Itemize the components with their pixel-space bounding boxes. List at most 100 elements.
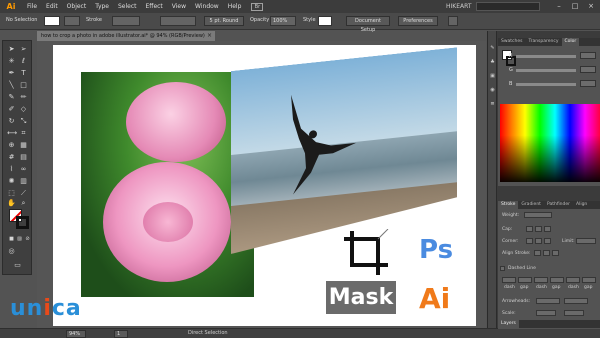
blue-slider[interactable]: B [509, 80, 598, 87]
current-tool-status[interactable]: Direct Selection [188, 330, 228, 336]
none-mode-icon[interactable]: ⊘ [23, 235, 32, 244]
green-slider[interactable]: G [509, 66, 598, 73]
stroke-weight-field[interactable] [112, 16, 140, 26]
symbol-sprayer-tool-icon[interactable]: ✺ [7, 177, 16, 186]
menu-select[interactable]: Select [118, 3, 137, 10]
stroke-label[interactable]: Stroke [86, 17, 102, 23]
shape-builder-tool-icon[interactable]: ⊕ [7, 141, 16, 150]
menu-file[interactable]: File [27, 3, 37, 10]
dash-1-input[interactable] [502, 277, 516, 283]
variable-width-profile[interactable] [160, 16, 196, 26]
rose-photo[interactable] [81, 72, 254, 297]
stroke-weight-input[interactable] [524, 212, 552, 218]
appearance-panel-icon[interactable]: ◉ [489, 87, 496, 94]
layers-panel-icon[interactable]: ≣ [489, 101, 496, 108]
gap-1-input[interactable] [518, 277, 532, 283]
dash-2-input[interactable] [534, 277, 548, 283]
bridge-icon[interactable]: Br [251, 2, 264, 11]
miter-join-button[interactable] [526, 238, 533, 244]
width-tool-icon[interactable]: ⟷ [7, 129, 17, 138]
paintbrush-tool-icon[interactable]: ✎ [7, 93, 16, 102]
miter-limit-input[interactable] [576, 238, 596, 244]
dashed-line-checkbox[interactable] [500, 266, 505, 271]
gap-2-input[interactable] [550, 277, 564, 283]
menu-effect[interactable]: Effect [146, 3, 163, 10]
eraser-tool-icon[interactable]: ◇ [19, 105, 28, 114]
tab-gradient[interactable]: Gradient [518, 201, 544, 209]
preferences-button[interactable]: Preferences [398, 16, 438, 26]
menu-help[interactable]: Help [228, 3, 242, 10]
start-arrowhead-dropdown[interactable] [536, 298, 560, 304]
screen-mode-icon[interactable]: ▭ [13, 261, 22, 270]
free-transform-tool-icon[interactable]: ⌗ [19, 129, 28, 138]
tab-color[interactable]: Color [561, 38, 580, 46]
line-tool-icon[interactable]: ╲ [7, 81, 16, 90]
tab-swatches[interactable]: Swatches [498, 38, 526, 46]
workspace-switcher[interactable]: HIKEART [446, 3, 472, 10]
menu-edit[interactable]: Edit [46, 3, 58, 10]
document-tab[interactable]: how to crop a photo in adobe illustrator… [37, 31, 215, 41]
align-outside-button[interactable] [552, 250, 559, 256]
document-setup-button[interactable]: Document Setup [346, 16, 390, 33]
dash-3-input[interactable] [566, 277, 580, 283]
end-arrowhead-dropdown[interactable] [564, 298, 588, 304]
align-inside-button[interactable] [543, 250, 550, 256]
arrange-documents-icon[interactable] [448, 16, 458, 26]
projecting-cap-button[interactable] [544, 226, 551, 232]
gradient-tool-icon[interactable]: ▤ [19, 153, 28, 162]
red-slider[interactable]: R [509, 52, 598, 59]
perspective-grid-tool-icon[interactable]: ▦ [19, 141, 28, 150]
align-center-button[interactable] [534, 250, 541, 256]
tab-layers[interactable]: Layers [498, 320, 519, 328]
pen-tool-icon[interactable]: ✒ [7, 69, 16, 78]
scale-tool-icon[interactable]: ⤡ [19, 117, 28, 126]
maximize-icon[interactable]: □ [570, 2, 580, 10]
color-spectrum[interactable] [500, 104, 600, 182]
round-cap-button[interactable] [535, 226, 542, 232]
symbols-panel-icon[interactable]: ♣ [489, 59, 496, 66]
menu-window[interactable]: Window [195, 3, 219, 10]
canvas-area[interactable]: Mask Ps Ai [37, 41, 486, 330]
tab-align[interactable]: Align [573, 201, 590, 209]
mesh-tool-icon[interactable]: # [7, 153, 16, 162]
start-scale-input[interactable] [536, 310, 556, 316]
artboard-tool-icon[interactable]: ⬚ [7, 189, 16, 198]
close-document-icon[interactable]: × [207, 31, 212, 41]
end-scale-input[interactable] [564, 310, 584, 316]
blob-brush-tool-icon[interactable]: ✐ [7, 105, 16, 114]
column-graph-tool-icon[interactable]: ▥ [19, 177, 28, 186]
brush-dropdown[interactable]: 5 pt. Round [204, 16, 244, 26]
opacity-label[interactable]: Opacity [250, 17, 269, 23]
zoom-tool-icon[interactable]: ⌕ [19, 199, 28, 208]
brushes-panel-icon[interactable]: ✎ [489, 45, 496, 52]
tab-stroke[interactable]: Stroke [498, 201, 519, 209]
bevel-join-button[interactable] [544, 238, 551, 244]
opacity-field[interactable]: 100% [270, 16, 296, 26]
artboard[interactable]: Mask Ps Ai [53, 45, 476, 326]
lasso-tool-icon[interactable]: ℓ [19, 57, 28, 66]
tab-transparency[interactable]: Transparency [526, 38, 562, 46]
magic-wand-tool-icon[interactable]: ✳ [7, 57, 16, 66]
close-icon[interactable]: × [586, 2, 596, 10]
blend-tool-icon[interactable]: ∞ [19, 165, 28, 174]
rotate-tool-icon[interactable]: ↻ [7, 117, 16, 126]
hand-tool-icon[interactable]: ✋ [7, 199, 16, 208]
artboard-number-field[interactable]: 1 [114, 330, 128, 338]
slice-tool-icon[interactable]: ⟋ [19, 189, 28, 198]
butt-cap-button[interactable] [526, 226, 533, 232]
fill-color-dropdown[interactable] [44, 16, 60, 26]
menu-object[interactable]: Object [67, 3, 87, 10]
graphic-styles-panel-icon[interactable]: ▣ [489, 73, 496, 80]
type-tool-icon[interactable]: T [19, 69, 28, 78]
eyedropper-tool-icon[interactable]: ⌇ [7, 165, 16, 174]
draw-mode-icon[interactable]: ◎ [7, 247, 16, 256]
menu-type[interactable]: Type [95, 3, 109, 10]
graphic-style-swatch[interactable] [318, 16, 332, 26]
help-search-input[interactable] [476, 2, 540, 11]
stroke-color-dropdown[interactable] [64, 16, 80, 26]
stroke-swatch[interactable] [16, 216, 29, 229]
zoom-field[interactable]: 94% [66, 330, 86, 338]
beach-dancer-photo[interactable] [231, 47, 457, 254]
tab-pathfinder[interactable]: Pathfinder [544, 201, 573, 209]
direct-selection-tool-icon[interactable]: ➢ [19, 45, 28, 54]
